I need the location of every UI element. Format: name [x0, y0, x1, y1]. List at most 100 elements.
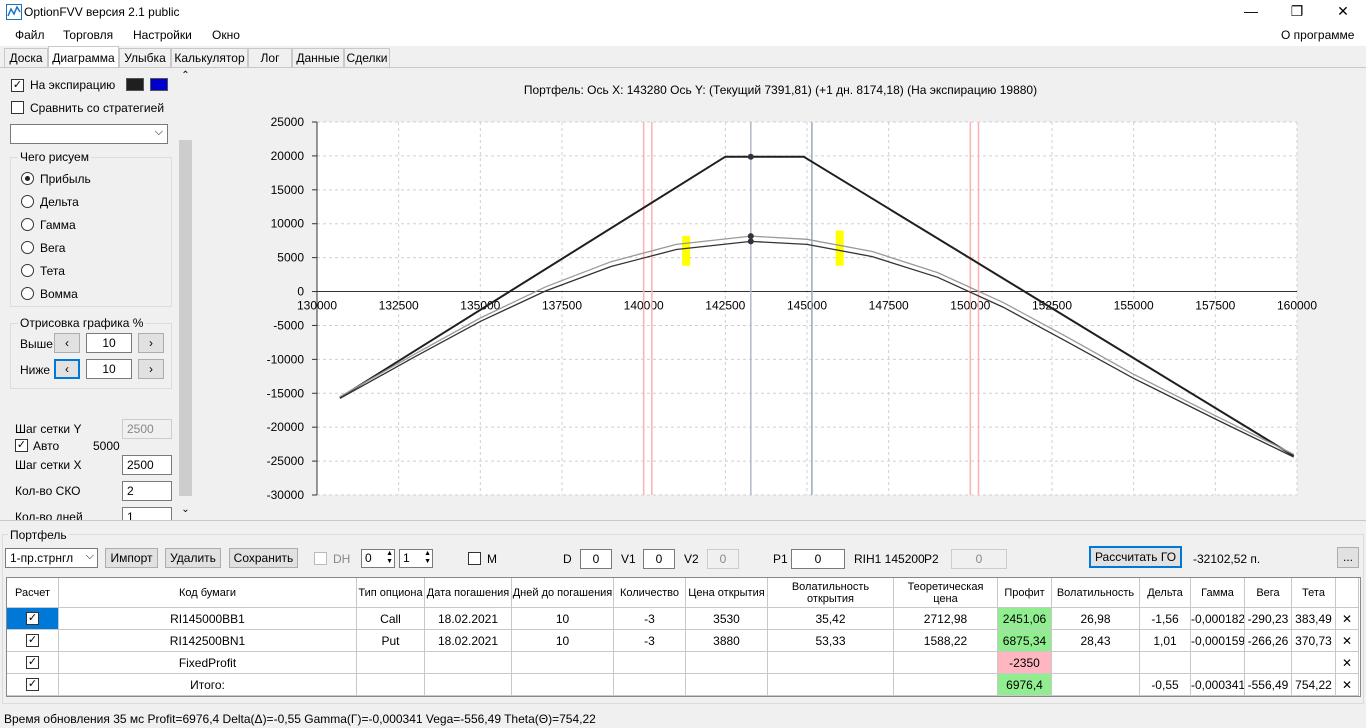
- table-cell[interactable]: [894, 674, 998, 696]
- table-cell[interactable]: -0,000182: [1191, 608, 1245, 630]
- table-cell[interactable]: [1140, 652, 1191, 674]
- delete-row-button[interactable]: ✕: [1336, 630, 1359, 652]
- table-cell[interactable]: 1,01: [1140, 630, 1191, 652]
- table-cell[interactable]: [512, 674, 614, 696]
- import-button[interactable]: Импорт: [105, 548, 158, 568]
- delete-row-button[interactable]: ✕: [1336, 652, 1359, 674]
- payoff-chart[interactable]: 130000 132500 135000 137500 140000 142500 1450…: [195, 68, 1366, 520]
- table-cell[interactable]: [1052, 674, 1140, 696]
- table-cell[interactable]: 53,33: [768, 630, 894, 652]
- column-header[interactable]: Гамма: [1191, 578, 1245, 608]
- table-cell[interactable]: [686, 674, 768, 696]
- v2-input[interactable]: 0: [707, 549, 739, 569]
- strategy-combobox[interactable]: ⌵: [10, 124, 168, 144]
- column-header[interactable]: Волатильность: [1052, 578, 1140, 608]
- delete-row-button[interactable]: ✕: [1336, 674, 1359, 696]
- d-input[interactable]: 0: [580, 549, 612, 569]
- expiration-color-swatch[interactable]: [126, 78, 144, 91]
- row-calc-checkbox-cell[interactable]: ✓: [7, 652, 59, 674]
- radio-vega[interactable]: [21, 241, 34, 254]
- table-cell[interactable]: 10: [512, 608, 614, 630]
- tab-smile[interactable]: Улыбка: [119, 48, 171, 68]
- column-header[interactable]: Дней до погашения: [512, 578, 614, 608]
- below-decrease-button[interactable]: ‹: [54, 359, 80, 379]
- table-cell[interactable]: Call: [357, 608, 425, 630]
- row-calc-checkbox[interactable]: ✓: [26, 656, 39, 669]
- row-calc-checkbox-cell[interactable]: ✓: [7, 630, 59, 652]
- scroll-thumb[interactable]: [179, 140, 192, 496]
- table-cell[interactable]: -3: [614, 630, 686, 652]
- table-cell[interactable]: FixedProfit: [59, 652, 357, 674]
- table-cell[interactable]: 383,49: [1292, 608, 1336, 630]
- column-header[interactable]: Расчет: [7, 578, 59, 608]
- dh-spin-2[interactable]: 1 ▲ ▼: [399, 549, 433, 568]
- table-cell[interactable]: 28,43: [1052, 630, 1140, 652]
- column-header[interactable]: Дельта: [1140, 578, 1191, 608]
- save-button[interactable]: Сохранить: [229, 548, 298, 568]
- radio-gamma[interactable]: [21, 218, 34, 231]
- scroll-down-icon[interactable]: ⌄: [178, 504, 193, 516]
- sko-input[interactable]: 2: [122, 481, 172, 501]
- tab-data[interactable]: Данные: [292, 48, 344, 68]
- row-calc-checkbox[interactable]: ✓: [26, 634, 39, 647]
- below-value[interactable]: 10: [86, 359, 132, 379]
- auto-grid-checkbox[interactable]: ✓: [15, 439, 28, 452]
- more-button[interactable]: ...: [1337, 547, 1359, 568]
- above-increase-button[interactable]: ›: [138, 333, 164, 353]
- table-cell[interactable]: [686, 652, 768, 674]
- column-header[interactable]: [1336, 578, 1359, 608]
- table-cell[interactable]: [894, 652, 998, 674]
- v1-input[interactable]: 0: [643, 549, 675, 569]
- table-cell[interactable]: 18.02.2021: [425, 630, 512, 652]
- table-cell[interactable]: -266,26: [1245, 630, 1292, 652]
- menu-trading[interactable]: Торговля: [63, 28, 113, 42]
- table-cell[interactable]: [1191, 652, 1245, 674]
- table-cell[interactable]: -556,49: [1245, 674, 1292, 696]
- left-panel-scrollbar[interactable]: ⌃ ⌄: [178, 68, 193, 520]
- column-header[interactable]: Теоретическая цена: [894, 578, 998, 608]
- column-header[interactable]: Тета: [1292, 578, 1336, 608]
- delete-row-button[interactable]: ✕: [1336, 608, 1359, 630]
- above-value[interactable]: 10: [86, 333, 132, 353]
- scroll-up-icon[interactable]: ⌃: [178, 70, 193, 82]
- radio-vomma[interactable]: [21, 287, 34, 300]
- minimize-button[interactable]: —: [1228, 0, 1274, 24]
- p2-input[interactable]: 0: [951, 549, 1007, 569]
- grid-y-input[interactable]: 2500: [122, 419, 172, 439]
- column-header[interactable]: Код бумаги: [59, 578, 357, 608]
- table-cell[interactable]: 35,42: [768, 608, 894, 630]
- delete-button[interactable]: Удалить: [165, 548, 221, 568]
- table-cell[interactable]: Итого:: [59, 674, 357, 696]
- grid-x-input[interactable]: 2500: [122, 455, 172, 475]
- table-cell[interactable]: 3880: [686, 630, 768, 652]
- table-cell[interactable]: 3530: [686, 608, 768, 630]
- strategy-select[interactable]: 1-пр.стрнгл ⌵: [5, 548, 98, 568]
- positions-table[interactable]: Расчет Код бумаги Тип опциона Дата погашени…: [6, 577, 1361, 697]
- table-cell[interactable]: 1588,22: [894, 630, 998, 652]
- days-input[interactable]: 1: [122, 507, 172, 520]
- table-cell[interactable]: [357, 652, 425, 674]
- row-calc-checkbox-cell[interactable]: ✓: [7, 674, 59, 696]
- table-cell[interactable]: -3: [614, 608, 686, 630]
- menu-settings[interactable]: Настройки: [133, 28, 192, 42]
- table-cell[interactable]: 754,22: [1292, 674, 1336, 696]
- column-header[interactable]: Тип опциона: [357, 578, 425, 608]
- table-cell[interactable]: [1245, 652, 1292, 674]
- tab-log[interactable]: Лог: [248, 48, 292, 68]
- column-header[interactable]: Дата погашения: [425, 578, 512, 608]
- table-cell[interactable]: Put: [357, 630, 425, 652]
- table-cell[interactable]: -290,23: [1245, 608, 1292, 630]
- radio-delta[interactable]: [21, 195, 34, 208]
- radio-theta[interactable]: [21, 264, 34, 277]
- table-cell[interactable]: [768, 652, 894, 674]
- table-cell[interactable]: 10: [512, 630, 614, 652]
- menu-window[interactable]: Окно: [212, 28, 240, 42]
- column-header[interactable]: Волатильность открытия: [768, 578, 894, 608]
- p1-input[interactable]: 0: [791, 549, 845, 569]
- menu-file[interactable]: Файл: [15, 28, 45, 42]
- table-cell[interactable]: -0,55: [1140, 674, 1191, 696]
- dh-spin-1[interactable]: 0 ▲ ▼: [361, 549, 395, 568]
- tab-deals[interactable]: Сделки: [344, 48, 390, 68]
- below-increase-button[interactable]: ›: [138, 359, 164, 379]
- table-cell[interactable]: [1052, 652, 1140, 674]
